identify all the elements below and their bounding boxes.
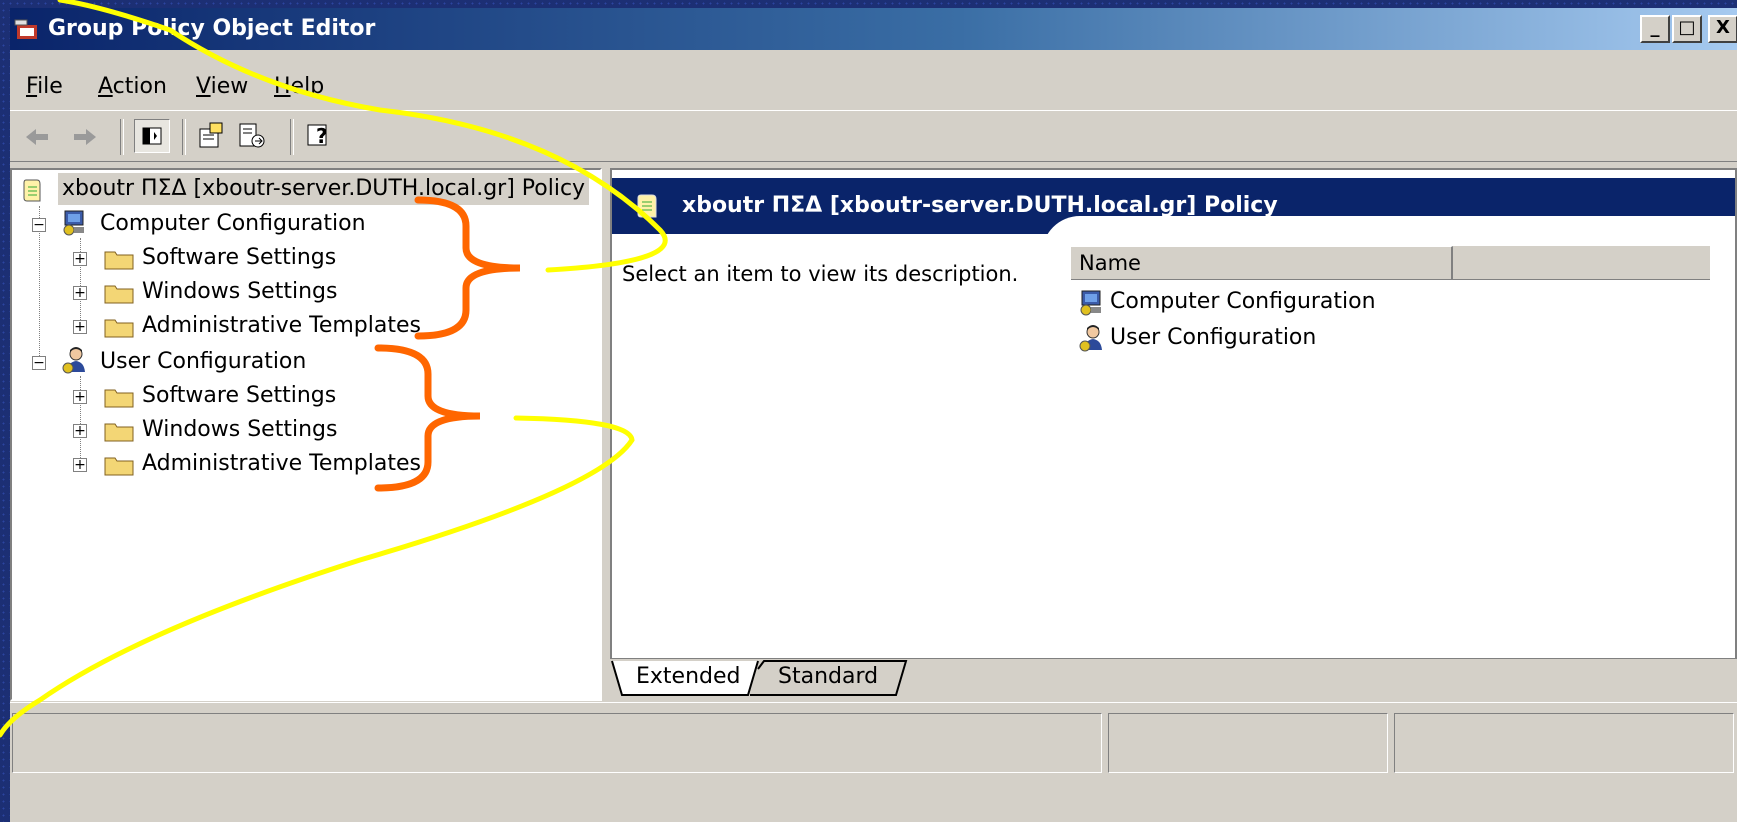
folder-icon: [104, 251, 134, 270]
toolbar-separator: [290, 119, 294, 155]
menu-bar: File Action View Help: [10, 66, 1737, 106]
maximize-button[interactable]: □: [1672, 15, 1702, 43]
status-cell-3: [1394, 713, 1734, 773]
tree-root[interactable]: xboutr ΠΣΔ [xboutr-server.DUTH.local.gr]…: [58, 173, 590, 205]
menu-help-mnemonic: H: [274, 74, 291, 99]
tree-user-admin-templates[interactable]: Administrative Templates: [142, 448, 421, 480]
menu-file-mnemonic: F: [26, 74, 38, 99]
expand-administrative-templates[interactable]: +: [73, 458, 87, 472]
toolbar: ?: [10, 110, 1737, 162]
expand-software-settings[interactable]: +: [73, 252, 87, 266]
menu-file[interactable]: File: [26, 74, 63, 99]
menu-action[interactable]: Action: [98, 74, 167, 99]
list-item-label: Computer Configuration: [1110, 289, 1376, 314]
gpo-editor-icon: [14, 19, 37, 39]
expand-administrative-templates[interactable]: +: [73, 320, 87, 334]
status-cell-2: [1108, 713, 1388, 773]
forward-arrow-icon[interactable]: [70, 121, 100, 153]
tab-standard[interactable]: Standard: [778, 659, 878, 697]
close-button[interactable]: X: [1708, 15, 1737, 43]
help-icon[interactable]: ?: [302, 119, 338, 153]
menu-help[interactable]: Help: [274, 74, 324, 99]
menu-view-label: iew: [210, 74, 249, 99]
view-tabs: Extended Standard: [610, 658, 1737, 703]
tree-computer-windows-settings[interactable]: Windows Settings: [142, 276, 337, 308]
list-column-header: Name: [1070, 246, 1710, 280]
tree-root-label: xboutr ΠΣΔ [xboutr-server.DUTH.local.gr]…: [62, 176, 586, 201]
details-pane: xboutr ΠΣΔ [xboutr-server.DUTH.local.gr]…: [610, 168, 1737, 708]
collapse-computer-config[interactable]: −: [32, 218, 46, 232]
tree-computer-config[interactable]: Computer Configuration: [100, 208, 366, 240]
tree-user-windows-settings[interactable]: Windows Settings: [142, 414, 337, 446]
menu-help-label: elp: [290, 74, 325, 99]
menu-view-mnemonic: V: [196, 74, 211, 99]
tree-computer-admin-templates[interactable]: Administrative Templates: [142, 310, 421, 342]
export-list-icon[interactable]: [234, 119, 270, 153]
computer-config-icon: [63, 210, 84, 236]
back-arrow-icon[interactable]: [22, 121, 52, 153]
status-cell-main: [12, 713, 1102, 773]
title-bar[interactable]: Group Policy Object Editor _ □ X: [10, 8, 1737, 50]
policy-scroll-icon: [637, 194, 657, 218]
menu-view[interactable]: View: [196, 74, 248, 99]
toolbar-separator: [182, 119, 186, 155]
status-bar: [10, 702, 1737, 822]
folder-icon: [104, 285, 134, 304]
expand-software-settings[interactable]: +: [73, 390, 87, 404]
user-config-icon: [1079, 325, 1102, 352]
minimize-button[interactable]: _: [1640, 15, 1670, 43]
svg-text:?: ?: [316, 124, 328, 148]
expand-windows-settings[interactable]: +: [73, 286, 87, 300]
folder-icon: [104, 389, 134, 408]
folder-icon: [104, 319, 134, 338]
column-header-name[interactable]: Name: [1070, 246, 1453, 280]
tree-user-config[interactable]: User Configuration: [100, 346, 306, 378]
user-config-icon: [62, 347, 85, 374]
list-item-label: User Configuration: [1110, 325, 1317, 350]
policy-scroll-icon: [23, 179, 41, 202]
folder-icon: [104, 423, 134, 442]
description-text: Select an item to view its description.: [622, 262, 1019, 286]
computer-config-icon: [1080, 290, 1101, 316]
properties-icon[interactable]: [194, 119, 230, 153]
gpo-editor-window: Group Policy Object Editor _ □ X File Ac…: [10, 8, 1737, 822]
menu-action-label: ction: [112, 74, 167, 99]
window-title: Group Policy Object Editor: [48, 16, 376, 41]
toolbar-separator: [120, 119, 124, 155]
tree-user-software-settings[interactable]: Software Settings: [142, 380, 336, 412]
menu-file-label: ile: [37, 74, 63, 99]
folder-icon: [104, 457, 134, 476]
expand-windows-settings[interactable]: +: [73, 424, 87, 438]
menu-action-mnemonic: A: [98, 74, 113, 99]
tab-extended[interactable]: Extended: [636, 659, 741, 697]
collapse-user-config[interactable]: −: [32, 356, 46, 370]
show-hide-tree-icon[interactable]: [134, 119, 170, 153]
tree-pane[interactable]: xboutr ΠΣΔ [xboutr-server.DUTH.local.gr]…: [10, 168, 602, 701]
tree-computer-software-settings[interactable]: Software Settings: [142, 242, 336, 274]
